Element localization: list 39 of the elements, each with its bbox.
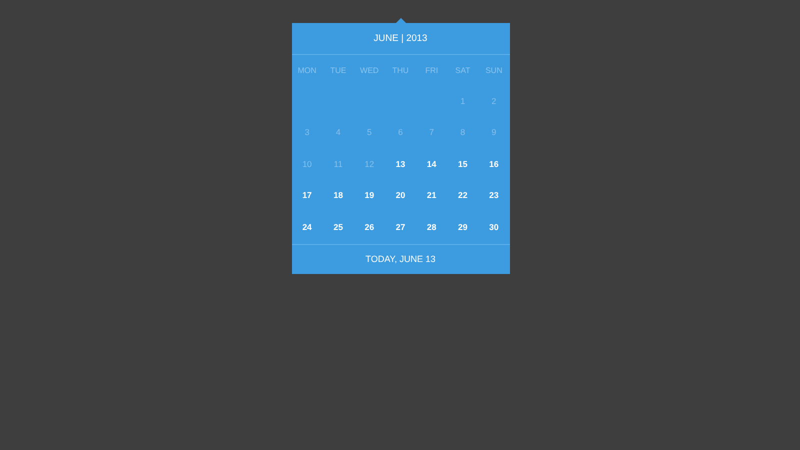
calendar-day[interactable]: 17 (292, 180, 323, 212)
month-title[interactable]: JUNE | 2013 (292, 23, 510, 55)
calendar-day[interactable]: 7 (416, 117, 448, 149)
calendar-day[interactable]: 27 (384, 212, 416, 243)
calendar-day[interactable]: 2 (478, 86, 510, 118)
calendar-day[interactable]: 3 (292, 117, 323, 149)
calendar-day[interactable]: 1 (447, 86, 478, 118)
calendar-day[interactable]: 21 (416, 180, 448, 212)
calendar-day[interactable]: 4 (322, 117, 354, 149)
calendar-day[interactable]: 30 (478, 212, 510, 243)
calendar-day[interactable]: 16 (478, 148, 510, 180)
calendar-day[interactable]: 12 (354, 148, 385, 180)
today-link[interactable]: TODAY, JUNE 13 (292, 244, 510, 274)
weekday-label: WED (359, 65, 380, 77)
calendar-day[interactable]: 13 (384, 148, 416, 180)
calendar-day[interactable]: 11 (322, 148, 354, 180)
calendar-day[interactable]: 23 (478, 180, 510, 212)
calendar-day[interactable]: 9 (478, 117, 510, 149)
weekday-label: THU (391, 65, 410, 77)
calendar-day[interactable]: 24 (292, 212, 323, 243)
weekday-label: SUN (484, 65, 504, 77)
weekday-label: TUE (329, 65, 348, 77)
calendar-day[interactable]: 5 (354, 117, 385, 149)
calendar-day[interactable]: 14 (416, 148, 448, 180)
weekday-label: MON (296, 65, 318, 77)
calendar-day[interactable]: 28 (416, 212, 448, 243)
calendar-day[interactable]: 29 (447, 212, 478, 243)
calendar-day[interactable]: 22 (447, 180, 478, 212)
calendar-day[interactable]: 10 (292, 148, 323, 180)
calendar-day[interactable]: 20 (384, 180, 416, 212)
calendar-day[interactable]: 8 (447, 117, 478, 149)
calendar-day[interactable]: 6 (384, 117, 416, 149)
weekday-label: SAT (454, 65, 472, 77)
calendar-day[interactable]: 25 (322, 212, 354, 243)
calendar-day[interactable]: 15 (447, 148, 478, 180)
calendar-day[interactable]: 18 (322, 180, 354, 212)
weekday-label: FRI (424, 65, 440, 77)
calendar-day[interactable]: 19 (354, 180, 385, 212)
calendar-day[interactable]: 26 (354, 212, 385, 243)
